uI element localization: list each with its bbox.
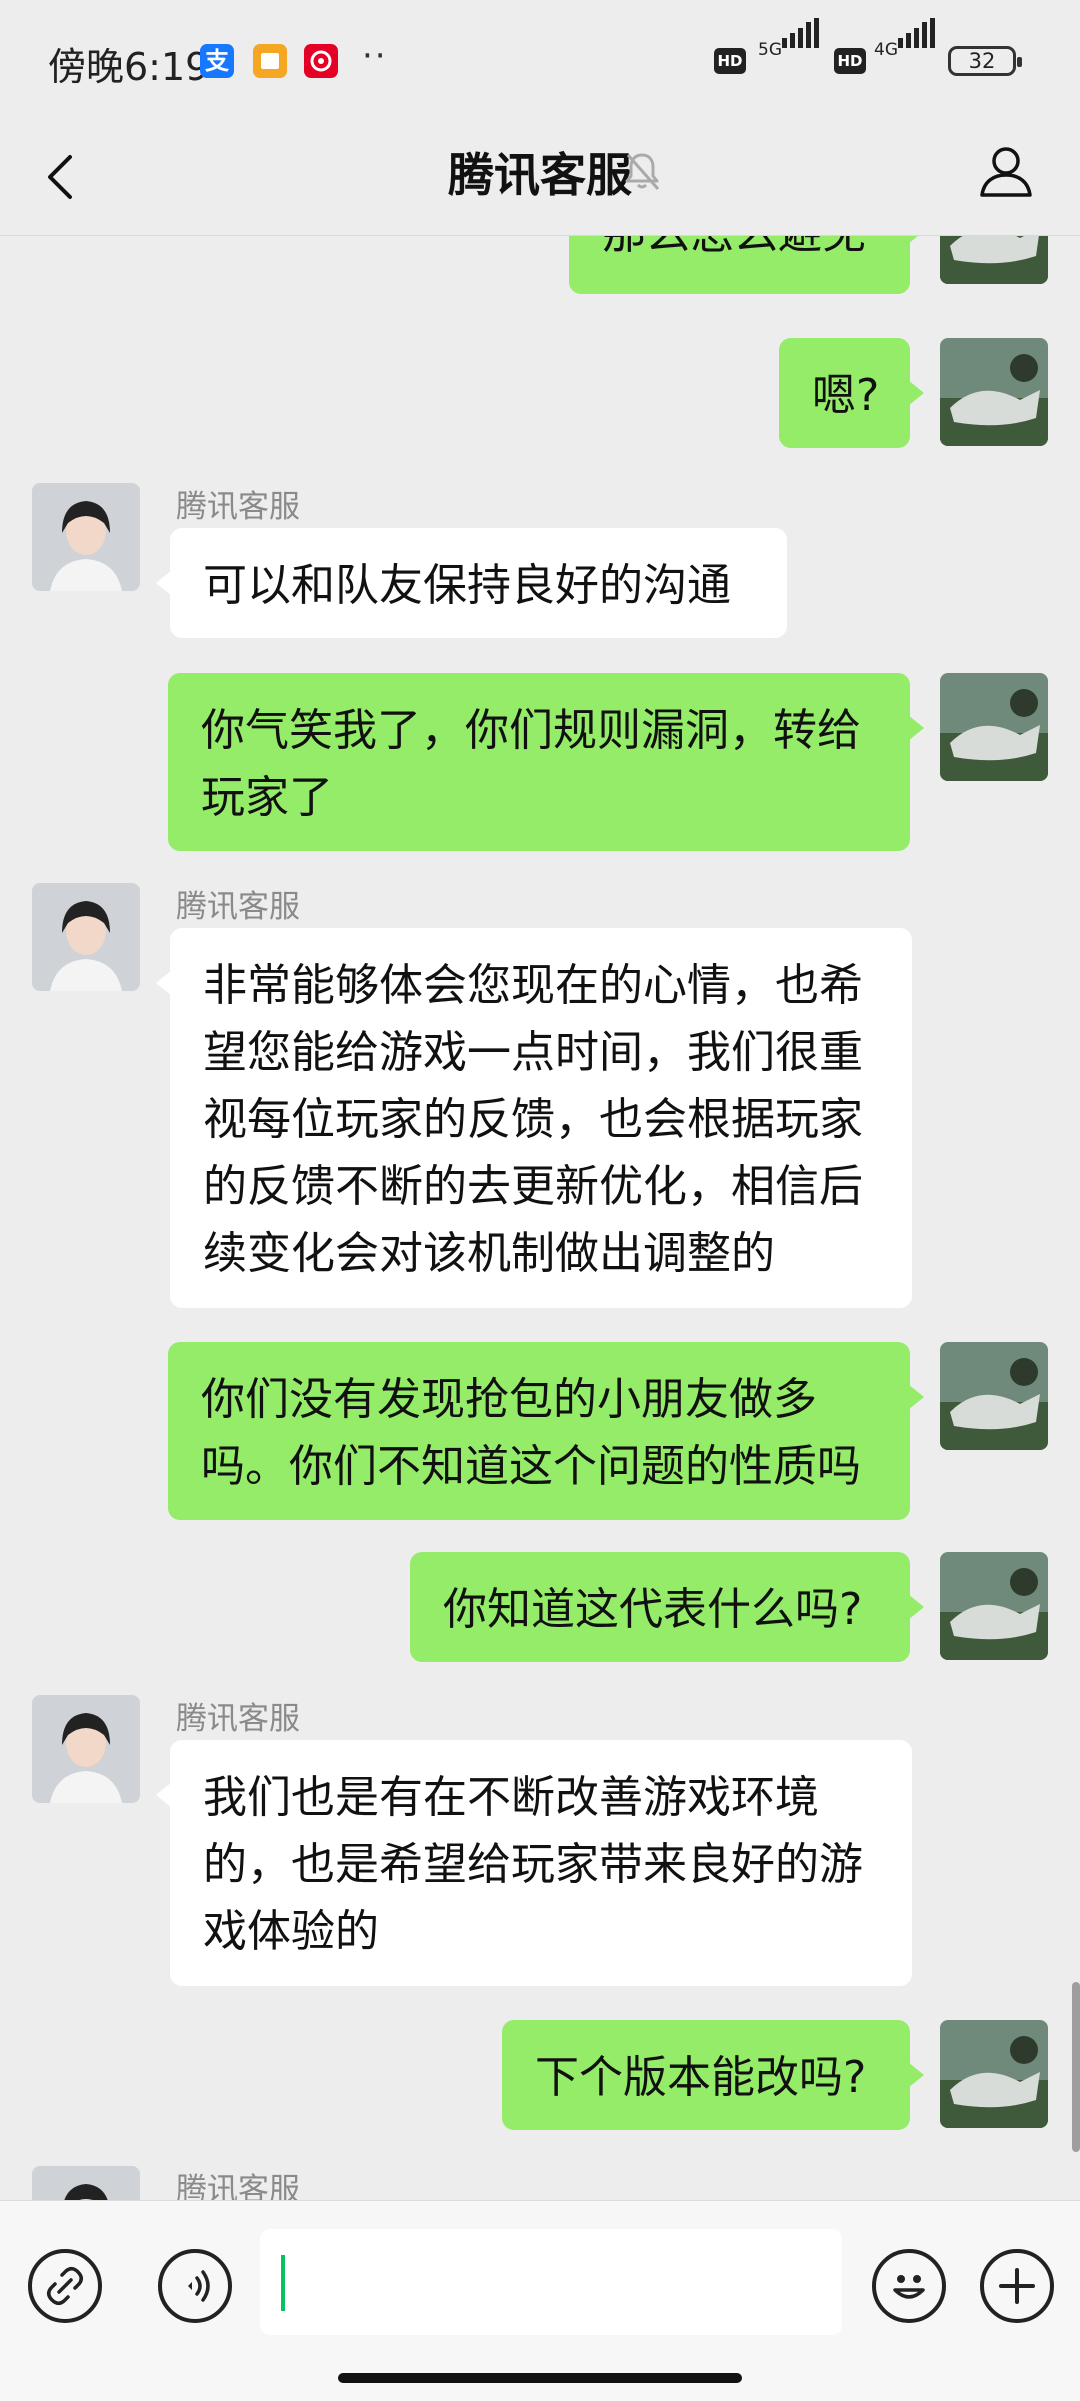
sender-name: 腾讯客服 bbox=[176, 2172, 300, 2200]
plus-icon[interactable] bbox=[980, 2249, 1054, 2323]
hd-icon: HD bbox=[714, 48, 746, 74]
profile-icon[interactable] bbox=[976, 141, 1036, 201]
service-avatar[interactable] bbox=[32, 483, 140, 591]
service-avatar[interactable] bbox=[32, 2166, 140, 2200]
more-notifications: ·· bbox=[362, 36, 388, 76]
netease-music-icon bbox=[304, 44, 338, 78]
battery-icon: 32 bbox=[948, 46, 1022, 76]
sender-name: 腾讯客服 bbox=[176, 489, 300, 525]
my-avatar[interactable] bbox=[940, 673, 1048, 781]
my-avatar[interactable] bbox=[940, 236, 1048, 284]
input-bar bbox=[0, 2200, 1080, 2401]
message-bubble-me[interactable]: 你们没有发现抢包的小朋友做多吗。你们不知道这个问题的性质吗 bbox=[168, 1342, 924, 1520]
network-4g-label: 4G bbox=[874, 40, 898, 60]
home-indicator[interactable] bbox=[338, 2373, 742, 2383]
notes-icon bbox=[253, 44, 287, 78]
hd-icon-2: HD bbox=[834, 48, 866, 74]
message-bubble-me[interactable]: 那么怎么避免 bbox=[569, 236, 924, 294]
my-avatar[interactable] bbox=[940, 2020, 1048, 2128]
status-time: 傍晚6:19 bbox=[48, 45, 210, 89]
link-icon[interactable] bbox=[28, 2249, 102, 2323]
mute-bell-icon bbox=[625, 153, 660, 190]
network-5g-label: 5G bbox=[758, 40, 782, 60]
my-avatar[interactable] bbox=[940, 1342, 1048, 1450]
service-avatar[interactable] bbox=[32, 1695, 140, 1803]
service-avatar[interactable] bbox=[32, 883, 140, 991]
page-title: 腾讯客服 bbox=[448, 148, 632, 202]
my-avatar[interactable] bbox=[940, 1552, 1048, 1660]
scrollbar[interactable] bbox=[1072, 1982, 1080, 2152]
message-bubble-service[interactable]: 可以和队友保持良好的沟通 bbox=[156, 528, 787, 638]
chat-header: 腾讯客服 bbox=[0, 125, 1080, 236]
my-avatar[interactable] bbox=[940, 338, 1048, 446]
message-bubble-me[interactable]: 你气笑我了，你们规则漏洞，转给玩家了 bbox=[168, 673, 924, 851]
message-bubble-me[interactable]: 你知道这代表什么吗? bbox=[410, 1552, 924, 1662]
message-bubble-service[interactable]: 非常能够体会您现在的心情，也希望您能给游戏一点时间，我们很重视每位玩家的反馈，也… bbox=[156, 928, 912, 1308]
message-bubble-me[interactable]: 下个版本能改吗? bbox=[502, 2020, 924, 2130]
text-caret bbox=[281, 2255, 285, 2311]
message-bubble-service[interactable]: 我们也是有在不断改善游戏环境的，也是希望给玩家带来良好的游戏体验的 bbox=[156, 1740, 912, 1986]
message-list[interactable]: 那么怎么避免 嗯? 腾讯客服 可以和队友保持良好的沟通 你气笑我了，你们规则漏洞… bbox=[0, 236, 1080, 2200]
sender-name: 腾讯客服 bbox=[176, 889, 300, 925]
emoji-icon[interactable] bbox=[872, 2249, 946, 2323]
message-input[interactable] bbox=[260, 2229, 842, 2335]
sender-name: 腾讯客服 bbox=[176, 1701, 300, 1737]
alipay-icon: 支 bbox=[200, 44, 234, 78]
status-bar: 傍晚6:19 支 ·· HD 5G HD 4G 32 bbox=[0, 0, 1080, 125]
voice-icon[interactable] bbox=[158, 2249, 232, 2323]
message-bubble-me[interactable]: 嗯? bbox=[779, 338, 924, 448]
